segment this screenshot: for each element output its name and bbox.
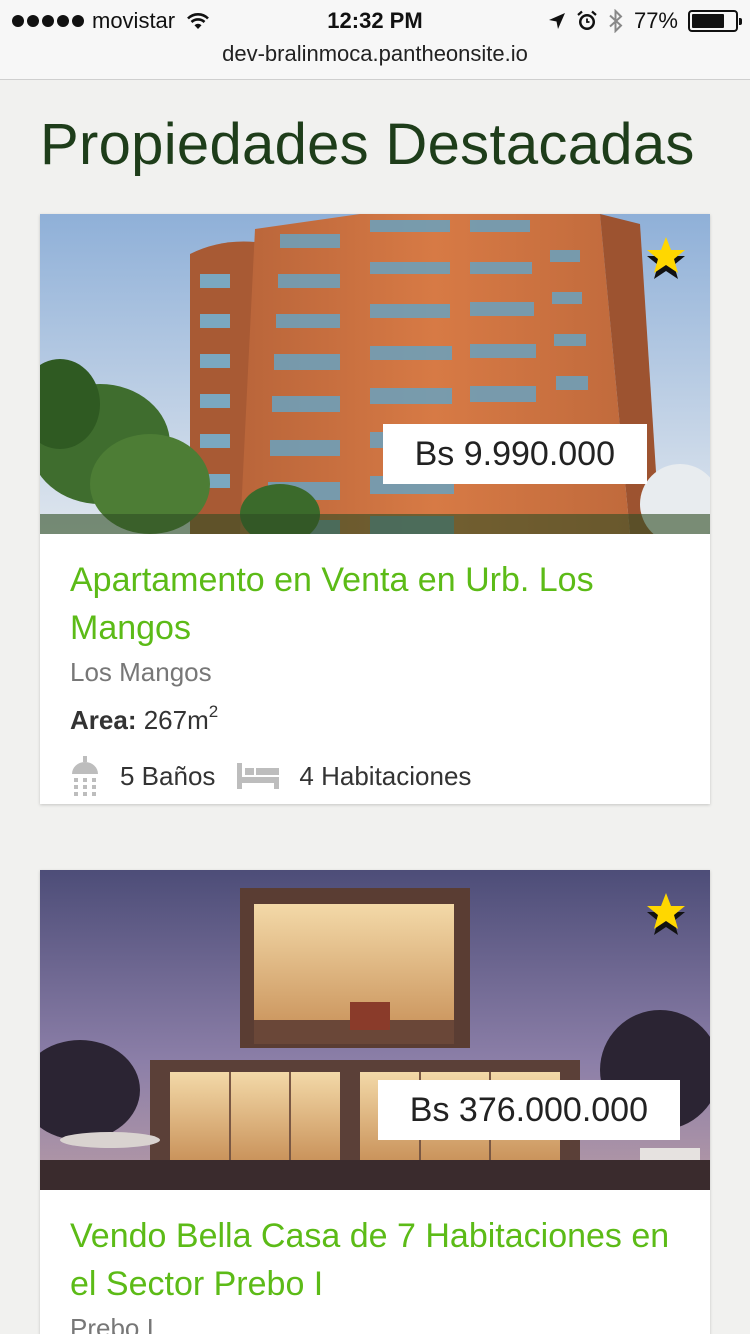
page-title: Propiedades Destacadas <box>40 112 695 177</box>
status-right: 77% <box>548 6 742 36</box>
area-label: Area: <box>70 705 137 735</box>
bathrooms-count: 5 Baños <box>120 760 216 791</box>
property-title-link[interactable]: Vendo Bella Casa de 7 Habitaciones en el… <box>70 1212 680 1308</box>
area-unit-exponent: 2 <box>208 702 219 721</box>
favorite-star-icon[interactable] <box>640 232 692 284</box>
area-value: 267m <box>143 705 209 735</box>
price-tag: Bs 9.990.000 <box>382 424 647 484</box>
battery-icon <box>688 10 742 32</box>
property-location: Prebo I <box>70 1313 154 1334</box>
property-features: 5 Baños 4 Habitaciones <box>70 756 680 796</box>
property-location: Los Mangos <box>70 657 212 687</box>
apartment-building-image <box>40 214 710 534</box>
price-tag: Bs 376.000.000 <box>377 1080 680 1140</box>
property-card[interactable]: Bs 9.990.000 Apartamento en Venta en Urb… <box>40 214 710 804</box>
card-body: Vendo Bella Casa de 7 Habitaciones en el… <box>40 1190 710 1334</box>
favorite-star-icon[interactable] <box>640 888 692 940</box>
property-card[interactable]: Bs 376.000.000 Vendo Bella Casa de 7 Hab… <box>40 870 710 1334</box>
card-body: Apartamento en Venta en Urb. Los Mangos … <box>40 534 710 796</box>
battery-fill <box>692 14 725 28</box>
bluetooth-icon <box>609 9 623 33</box>
battery-percent: 77% <box>633 8 678 33</box>
browser-top-bar: movistar 12:32 PM 77% dev-bralinmoca.pan… <box>0 0 750 80</box>
alarm-clock-icon <box>577 10 597 30</box>
property-photo[interactable]: Bs 376.000.000 <box>40 870 710 1190</box>
url-bar[interactable]: dev-bralinmoca.pantheonsite.io <box>0 40 750 68</box>
shower-icon <box>72 756 98 796</box>
bedrooms-count: 4 Habitaciones <box>299 760 472 791</box>
modern-house-image <box>40 870 710 1190</box>
location-arrow-icon <box>548 13 565 29</box>
property-title-link[interactable]: Apartamento en Venta en Urb. Los Mangos <box>70 556 680 652</box>
bed-icon <box>237 763 280 789</box>
property-photo[interactable]: Bs 9.990.000 <box>40 214 710 534</box>
property-area: Area: 267m2 <box>70 702 680 738</box>
